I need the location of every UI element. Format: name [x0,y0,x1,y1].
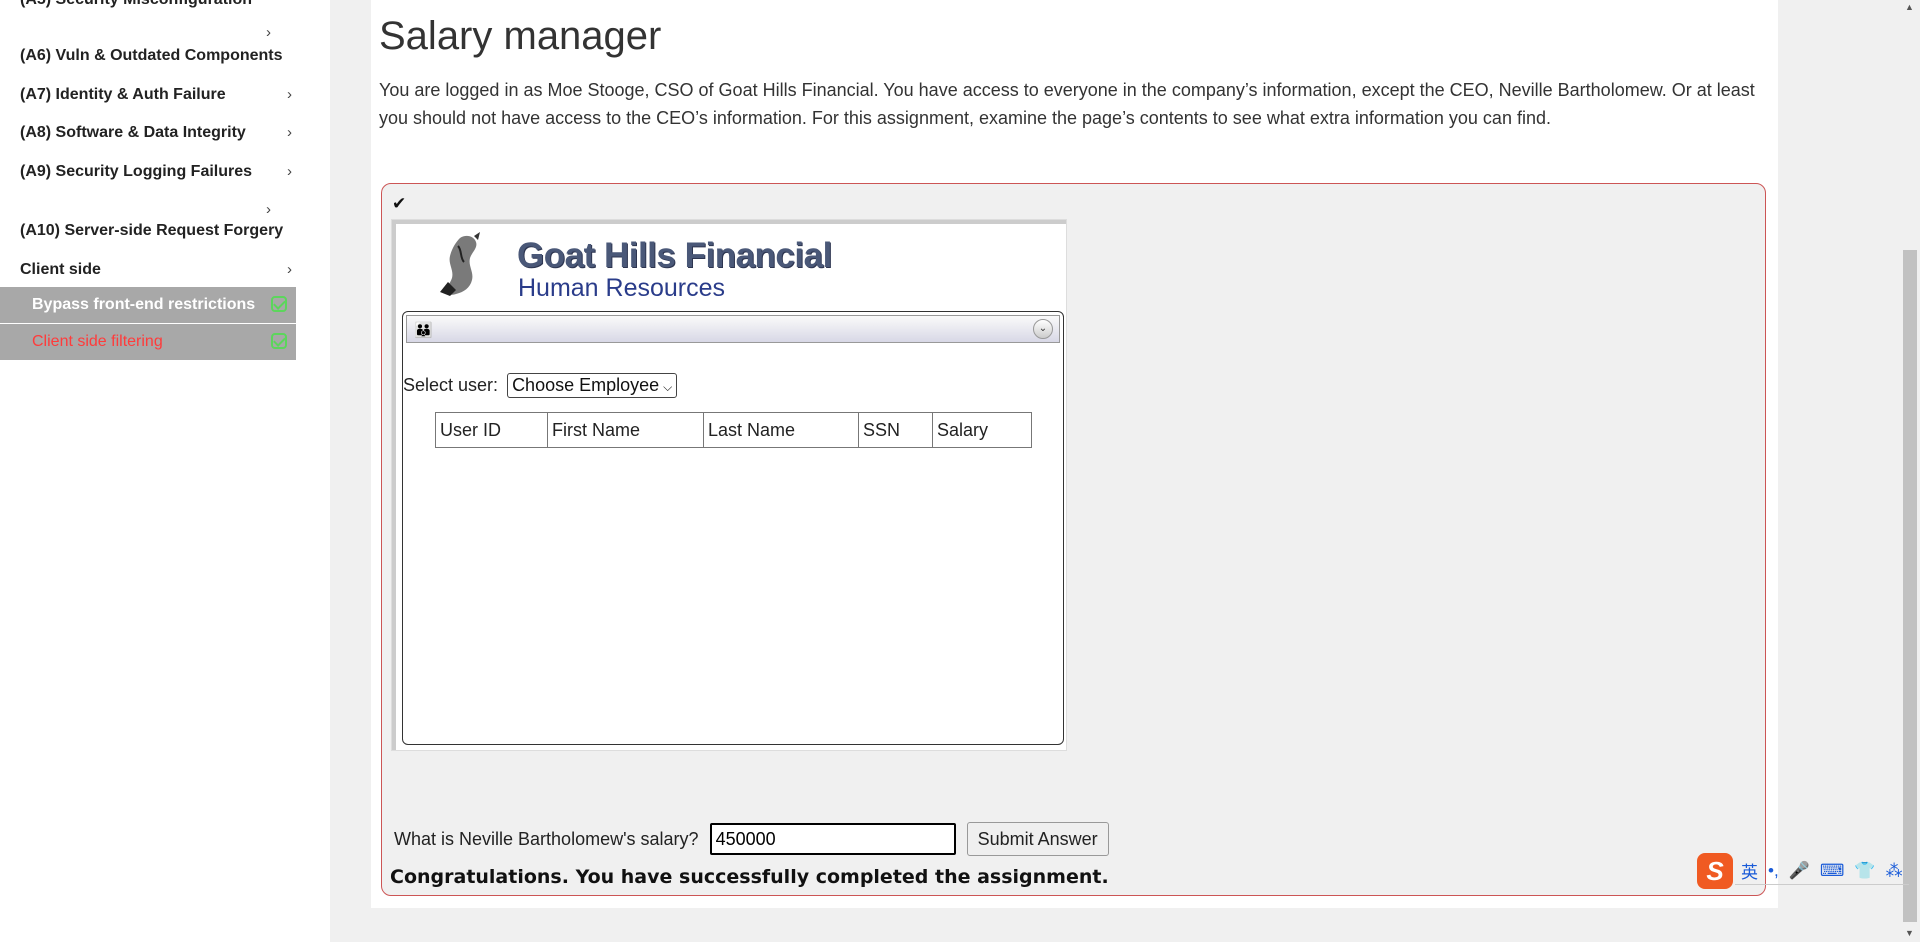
scrollbar-thumb[interactable] [1903,250,1917,922]
checkmark-icon: ✔ [392,194,407,213]
input-mode-toggle[interactable]: 英 [1741,858,1758,883]
employee-select-value: Choose Employee [512,375,660,395]
ime-toolbar: S 英 •, 🎤 ⌨ 👕 ⁂ [1697,851,1909,891]
sidebar-subitem-label: Bypass front-end restrictions [32,296,256,313]
goat-logo-icon [440,232,480,296]
submit-answer-button[interactable]: Submit Answer [966,822,1109,856]
collapse-icon[interactable]: ⌄ [1033,319,1053,339]
assignment-description: You are logged in as Moe Stooge, CSO of … [379,80,1755,128]
punctuation-icon[interactable]: •, [1768,861,1779,881]
sidebar-item-a9[interactable]: (A9) Security Logging Failures › [20,163,292,181]
employee-select[interactable]: Choose Employee ⌵ [507,373,678,398]
keyboard-icon[interactable]: ⌨ [1820,861,1845,881]
sidebar-item-client-side[interactable]: Client side › [20,261,292,279]
table-header: Salary [932,412,1032,448]
check-done-icon [271,333,287,349]
success-message: Congratulations. You have successfully c… [390,866,1109,888]
table-header: Last Name [703,412,859,448]
sidebar-item-label: (A9) Security Logging Failures [20,163,253,180]
ghf-widget: Goat Hills Financial Human Resources 👪 ⌄… [391,219,1067,751]
sidebar-item-a8[interactable]: (A8) Software & Data Integrity › [20,124,292,142]
skin-icon[interactable]: 👕 [1854,861,1875,881]
menu-grid-icon[interactable]: ⁂ [1886,861,1903,881]
assignment-box: ✔ Goat Hills Financial Human Resources 👪… [381,183,1766,896]
chevron-right-icon: › [287,163,292,180]
sidebar-subitem-client-filtering[interactable]: Client side filtering [0,324,296,360]
chevron-right-icon: › [287,86,292,103]
salary-answer-input[interactable] [709,823,956,855]
sidebar-item-label: (A7) Identity & Auth Failure [20,86,226,103]
page-title: Salary manager [379,14,662,58]
sidebar-item-label: (A5) Security Misconfiguration [20,0,292,9]
chevron-down-icon: ⌵ [663,380,673,394]
sidebar-subitem-label: Client side filtering [32,333,163,350]
ime-controls: 英 •, 🎤 ⌨ 👕 ⁂ [1735,858,1909,885]
chevron-right-icon: › [266,24,271,41]
sidebar-item-a6[interactable]: (A6) Vuln & Outdated Components [20,47,292,65]
select-user-label: Select user: [403,375,499,395]
chevron-right-icon: › [266,201,271,218]
people-icon: 👪 [414,322,433,339]
select-user-row: Select user: Choose Employee ⌵ [403,373,678,398]
sidebar-item-label: (A10) Server-side Request Forgery [20,222,284,239]
question-label: What is Neville Bartholomew's salary? [394,828,699,849]
question-row: What is Neville Bartholomew's salary? Su… [394,822,1109,856]
chevron-right-icon: › [287,261,292,278]
employee-panel: 👪 ⌄ Select user: Choose Employee ⌵ User I… [402,311,1064,745]
microphone-icon[interactable]: 🎤 [1789,861,1810,881]
sidebar-item-label: (A6) Vuln & Outdated Components [20,47,283,64]
sidebar-item-label: Client side [20,261,101,278]
sidebar-item-a7[interactable]: (A7) Identity & Auth Failure › [20,86,292,104]
sidebar-item-a5[interactable]: (A5) Security Misconfiguration [20,0,292,9]
brand-subtitle: Human Resources [518,274,726,302]
employee-table: User ID First Name Last Name SSN Salary [435,412,1032,448]
table-header-row: User ID First Name Last Name SSN Salary [435,412,1032,448]
scroll-down-icon[interactable]: ▼ [1905,928,1914,938]
brand-name: Goat Hills Financial [517,236,832,275]
sogou-logo-icon[interactable]: S [1697,853,1733,889]
panel-header: 👪 ⌄ [406,315,1060,343]
check-done-icon [271,296,287,312]
table-header: SSN [858,412,933,448]
main-content: Salary manager You are logged in as Moe … [371,0,1778,908]
scroll-up-icon[interactable]: ▲ [1905,2,1914,12]
chevron-right-icon: › [287,124,292,141]
table-header: First Name [547,412,704,448]
page-scrollbar[interactable]: ▲ ▼ [1900,0,1920,942]
sidebar: (A5) Security Misconfiguration › (A6) Vu… [0,0,330,942]
sidebar-item-label: (A8) Software & Data Integrity [20,124,246,141]
sidebar-subitem-bypass[interactable]: Bypass front-end restrictions [0,287,296,323]
table-header: User ID [435,412,548,448]
sidebar-item-a10[interactable]: (A10) Server-side Request Forgery [20,222,292,240]
